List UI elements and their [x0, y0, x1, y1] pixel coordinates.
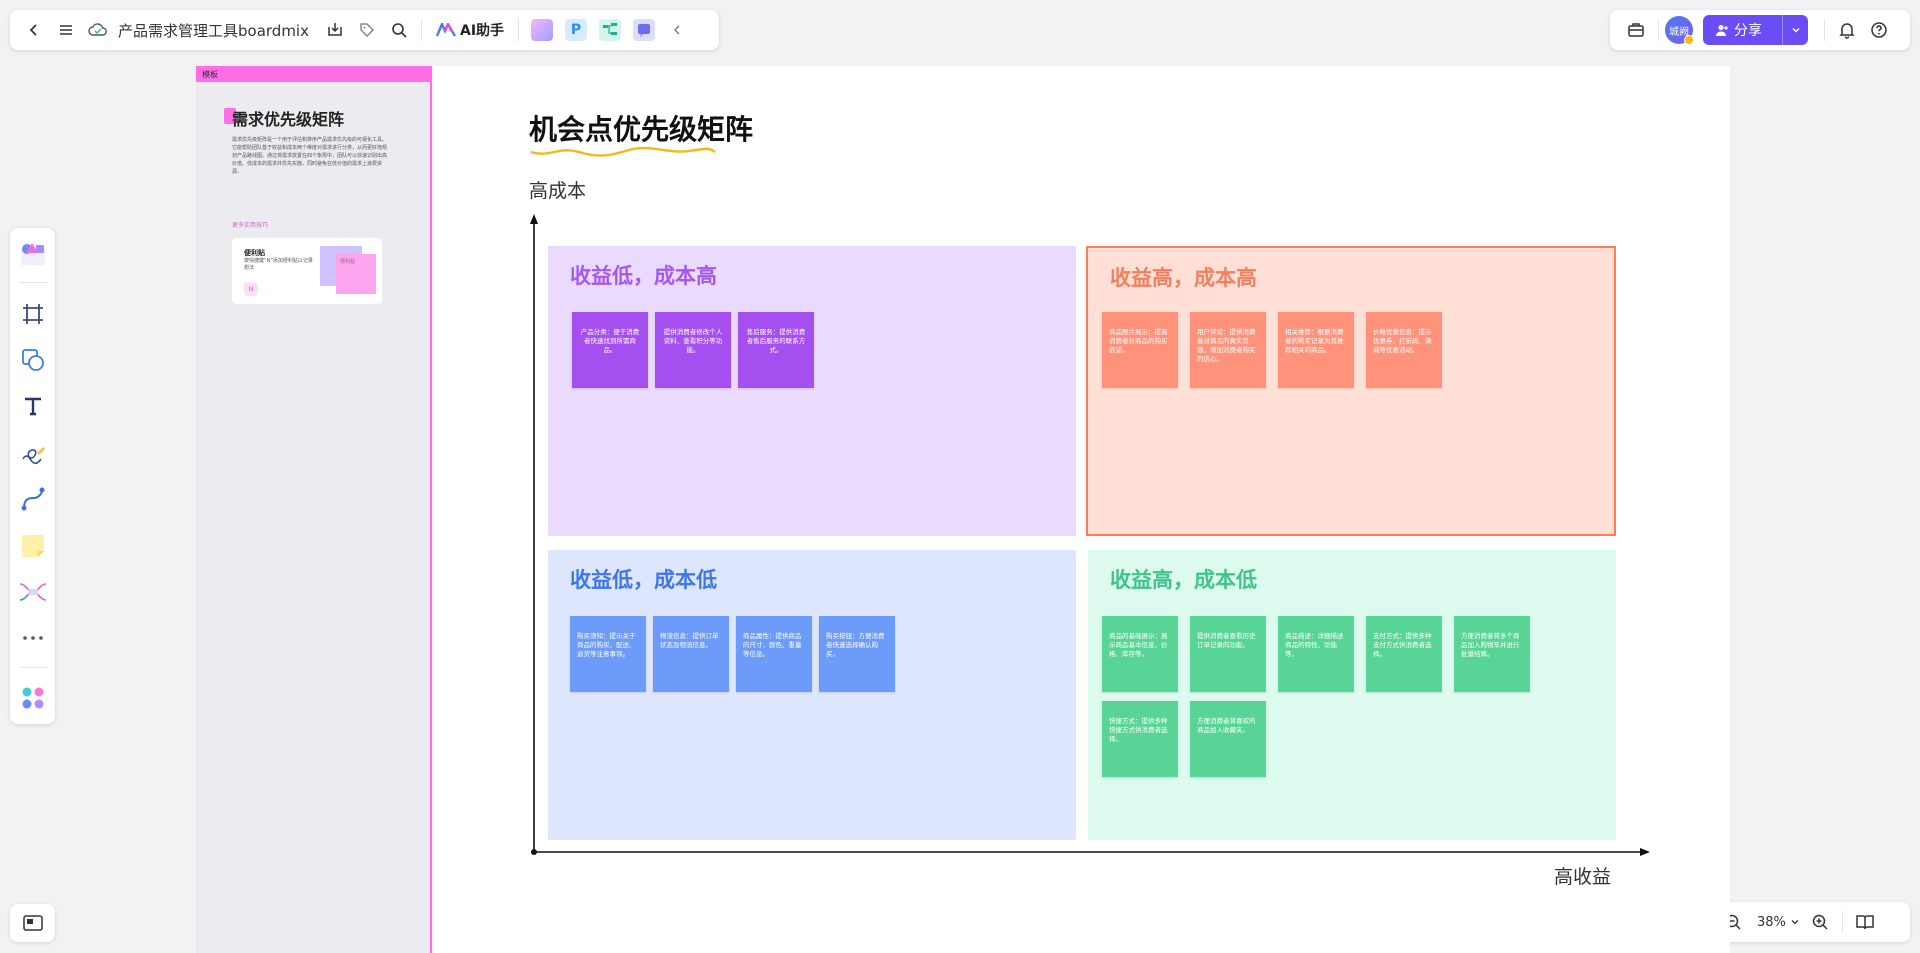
main-toolbar: 产品需求管理工具boardmix AI助手 P — [10, 10, 719, 50]
avatar[interactable]: 城阙 — [1665, 16, 1694, 45]
template-frame[interactable]: 模板 需求优先级矩阵 需求优先级矩阵是一个用于评估和排序产品需求优先级的可视化工… — [196, 66, 432, 953]
sticky-note[interactable]: 提供消费者修改个人资料、查看积分等功能。 — [655, 312, 731, 388]
title-underline — [530, 146, 716, 157]
sticky-note[interactable]: 方便消费者将喜欢的商品加入收藏夹。 — [1190, 701, 1266, 777]
tag-icon[interactable] — [351, 14, 383, 46]
text-icon[interactable] — [15, 386, 51, 426]
frame-icon[interactable] — [15, 293, 51, 333]
y-axis-label[interactable]: 高成本 — [529, 176, 586, 203]
sticky-note[interactable]: 用户评论：提供消费者对商品的真实反馈，增加消费者购买的信心。 — [1190, 312, 1266, 388]
minimap-icon — [22, 915, 43, 931]
left-toolbox — [10, 228, 55, 724]
book-icon[interactable] — [1849, 906, 1881, 938]
more-icon[interactable] — [15, 618, 51, 658]
tip-card[interactable]: 便利贴 按快捷键“N”添加便利贴以记录想法 便利贴 N — [232, 238, 382, 304]
template-title: 需求优先级矩阵 — [232, 110, 345, 129]
mindmap-icon[interactable] — [15, 572, 51, 612]
template-icon[interactable] — [15, 234, 51, 274]
sticky-note[interactable]: 快捷方式：提供多种快捷方式供消费者选择。 — [1102, 701, 1178, 777]
sticky-note[interactable]: 商品描述：详细描述商品的特性、功能等。 — [1278, 616, 1354, 692]
quadrant-title: 收益低，成本低 — [570, 568, 717, 592]
back-icon[interactable] — [18, 14, 50, 46]
matrix-board[interactable]: 机会点优先级矩阵 高成本 高收益 收益低，成本高 产品分类：便于消费者快速找到所… — [434, 66, 1730, 953]
tip-sticky-front: 便利贴 — [336, 254, 376, 294]
share-button[interactable]: 分享 — [1703, 15, 1808, 45]
chat-app-icon[interactable] — [633, 19, 656, 41]
quadrant-low-benefit-low-cost[interactable]: 收益低，成本低 购买须知：提示关于商品的购买、配送、退货等注意事项。 物流信息：… — [548, 550, 1076, 840]
ai-logo-icon — [435, 23, 456, 37]
quadrant-high-benefit-high-cost[interactable]: 收益高，成本高 商品图片展示：提高消费者对商品的购买欲望。 用户评论：提供消费者… — [1086, 246, 1616, 536]
pen-icon[interactable] — [15, 433, 51, 473]
quadrant-title: 收益高，成本高 — [1110, 266, 1257, 290]
toolbar-divider — [1841, 911, 1843, 933]
shape-icon[interactable] — [15, 340, 51, 380]
sticky-note[interactable]: 物流信息：提供订单状态及物流信息。 — [653, 616, 729, 692]
image-gen-icon[interactable] — [531, 19, 554, 41]
minimap-button[interactable] — [10, 904, 55, 942]
toolbar-divider — [1824, 19, 1825, 41]
briefcase-icon[interactable] — [1620, 14, 1652, 46]
cloud-sync-icon — [82, 14, 114, 46]
sticky-note[interactable]: 支付方式：提供多种支付方式供消费者选择。 — [1366, 616, 1442, 692]
share-label: 分享 — [1734, 23, 1762, 39]
sticky-note[interactable]: 方便消费者将多个商品加入购物车并进行批量结算。 — [1454, 616, 1530, 692]
shortcut-badge: N — [244, 282, 258, 296]
help-icon[interactable] — [1863, 14, 1895, 46]
collapse-left-icon[interactable] — [661, 14, 693, 46]
tip-card-text: 按快捷键“N”添加便利贴以记录想法 — [244, 258, 313, 271]
sticky-note[interactable]: 购买按钮：方便消费者快速选择确认购买。 — [819, 616, 895, 692]
search-icon[interactable] — [383, 14, 415, 46]
apps-icon[interactable] — [15, 678, 51, 718]
sticky-note[interactable]: 售后服务：提供消费者售后服务的联系方式。 — [738, 312, 814, 388]
toolbar-divider — [518, 19, 520, 41]
toolbar-divider — [1658, 19, 1659, 41]
zoom-level[interactable]: 38% — [1757, 915, 1786, 930]
x-axis-label[interactable]: 高收益 — [1554, 862, 1611, 889]
chevron-down-icon[interactable] — [1782, 15, 1808, 45]
quadrant-title: 收益高，成本低 — [1110, 568, 1257, 592]
sticky-note[interactable]: 商品的基础展示：展示商品基本信息、价格、库存等。 — [1102, 616, 1178, 692]
quadrant-title: 收益低，成本高 — [570, 264, 717, 288]
avatar-text: 城阙 — [1669, 26, 1689, 38]
sticky-note-icon[interactable] — [15, 525, 51, 565]
template-description: 需求优先级矩阵是一个用于评估和排序产品需求优先级的可视化工具。它能帮助团队基于收… — [232, 137, 388, 175]
bell-icon[interactable] — [1831, 14, 1863, 46]
toolbox-divider — [18, 666, 47, 668]
sticky-note[interactable]: 价格优惠信息：提示优惠券、打折码、满减等优惠活动。 — [1366, 312, 1442, 388]
sticky-note[interactable]: 商品属性：提供商品的尺寸、颜色、重量等信息。 — [736, 616, 812, 692]
sticky-note[interactable]: 购买须知：提示关于商品的购买、配送、退货等注意事项。 — [570, 616, 646, 692]
p-app-icon[interactable]: P — [565, 19, 588, 41]
download-icon[interactable] — [319, 14, 351, 46]
add-user-icon — [1716, 24, 1728, 36]
connector-icon[interactable] — [15, 479, 51, 519]
right-toolbar: 城阙 分享 — [1610, 10, 1910, 50]
quadrant-low-benefit-high-cost[interactable]: 收益低，成本高 产品分类：便于消费者快速找到所需商品。 提供消费者修改个人资料、… — [548, 246, 1076, 536]
board-title[interactable]: 机会点优先级矩阵 — [529, 108, 753, 148]
ai-assistant-label: AI助手 — [459, 23, 505, 39]
sticky-note[interactable]: 商品图片展示：提高消费者对商品的购买欲望。 — [1102, 312, 1178, 388]
quadrant-high-benefit-low-cost[interactable]: 收益高，成本低 商品的基础展示：展示商品基本信息、价格、库存等。 提供消费者查看… — [1088, 550, 1616, 840]
zoom-in-icon[interactable] — [1804, 906, 1836, 938]
template-header: 模板 — [196, 66, 430, 82]
tip-card-title: 便利贴 — [244, 249, 265, 257]
mindmap-app-icon[interactable] — [599, 19, 622, 41]
toolbar-divider — [420, 19, 422, 41]
document-title[interactable]: 产品需求管理工具boardmix — [118, 20, 309, 41]
more-tips-link[interactable]: 更多实用技巧 — [232, 220, 268, 229]
ai-assistant-button[interactable]: AI助手 — [428, 14, 512, 46]
zoom-chevron-icon[interactable] — [1790, 917, 1804, 927]
sticky-note[interactable]: 产品分类：便于消费者快速找到所需商品。 — [572, 312, 648, 388]
sticky-note[interactable]: 相关推荐：根据消费者的购买记录为其推荐相关的商品。 — [1278, 312, 1354, 388]
menu-icon[interactable] — [50, 14, 82, 46]
toolbox-divider — [18, 282, 47, 284]
sticky-note[interactable]: 提供消费者查看历史订单记录的功能。 — [1190, 616, 1266, 692]
